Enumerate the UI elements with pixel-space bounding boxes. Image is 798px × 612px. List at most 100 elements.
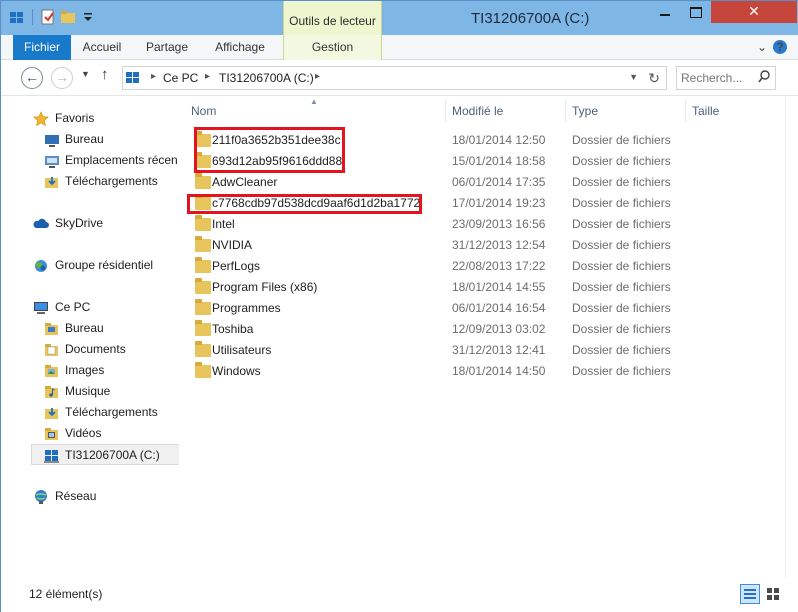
drive-icon bbox=[44, 448, 60, 464]
quick-access-toolbar bbox=[9, 9, 96, 25]
customize-qat-icon[interactable] bbox=[80, 9, 96, 25]
up-button[interactable]: ↑ bbox=[101, 66, 109, 83]
back-button[interactable]: ← bbox=[21, 67, 43, 89]
computer-icon bbox=[33, 300, 49, 316]
sidebar-item-bureau[interactable]: Bureau bbox=[16, 129, 179, 150]
navigation-pane: Favoris Bureau Emplacements récen Téléch… bbox=[16, 96, 179, 578]
downloads-icon bbox=[44, 174, 60, 190]
breadcrumb-drive[interactable]: TI31206700A (C:) bbox=[219, 71, 314, 85]
star-icon bbox=[33, 111, 49, 127]
network-icon bbox=[33, 489, 49, 505]
desktop-icon bbox=[44, 132, 60, 148]
navigation-bar: ← → ▼ ↑ ▸ Ce PC ▸ TI31206700A (C:) ▸ ▼ ↻ bbox=[1, 60, 798, 96]
folder-icon bbox=[195, 257, 211, 273]
details-view-button[interactable] bbox=[740, 584, 760, 604]
table-row[interactable]: Programmes 06/01/2014 16:54 Dossier de f… bbox=[187, 298, 787, 319]
downloads-icon bbox=[44, 405, 60, 421]
refresh-icon[interactable]: ↻ bbox=[648, 70, 660, 87]
maximize-button[interactable] bbox=[681, 1, 709, 23]
drive-tools-context-header: Outils de lecteur bbox=[283, 1, 382, 35]
context-group-label: Outils de lecteur bbox=[289, 14, 376, 28]
table-row[interactable]: Utilisateurs 31/12/2013 12:41 Dossier de… bbox=[187, 340, 787, 361]
pictures-icon bbox=[44, 363, 60, 379]
breadcrumb-separator-icon[interactable]: ▸ bbox=[205, 71, 210, 82]
folder-icon bbox=[195, 236, 211, 252]
ribbon-tabs: Fichier Accueil Partage Affichage Gestio… bbox=[1, 35, 798, 60]
search-input[interactable] bbox=[681, 70, 753, 86]
tab-gestion[interactable]: Gestion bbox=[283, 35, 382, 60]
column-header-modified[interactable]: Modifié le bbox=[452, 96, 562, 122]
large-icons-view-button[interactable] bbox=[763, 584, 783, 604]
folder-icon bbox=[195, 320, 211, 336]
vertical-scrollbar[interactable] bbox=[785, 96, 798, 578]
search-box[interactable] bbox=[676, 66, 776, 90]
videos-icon bbox=[44, 426, 60, 442]
column-divider[interactable] bbox=[685, 100, 686, 122]
music-icon bbox=[44, 384, 60, 400]
item-count: 12 élément(s) bbox=[29, 587, 103, 601]
close-icon: ✕ bbox=[748, 3, 760, 19]
tab-fichier[interactable]: Fichier bbox=[13, 35, 71, 60]
breadcrumb-separator-icon[interactable]: ▸ bbox=[315, 71, 320, 82]
column-divider[interactable] bbox=[445, 100, 446, 122]
sidebar-item-groupe-residentiel[interactable]: Groupe résidentiel bbox=[16, 255, 179, 276]
sidebar-item-favoris[interactable]: Favoris bbox=[16, 108, 179, 129]
column-header-size[interactable]: Taille bbox=[692, 96, 772, 122]
sidebar-item-pc-bureau[interactable]: Bureau bbox=[16, 318, 179, 339]
sidebar-item-images[interactable]: Images bbox=[16, 360, 179, 381]
sidebar-item-documents[interactable]: Documents bbox=[16, 339, 179, 360]
breadcrumb-ce-pc[interactable]: Ce PC bbox=[163, 71, 198, 85]
tab-accueil[interactable]: Accueil bbox=[73, 35, 131, 60]
documents-icon bbox=[44, 342, 60, 358]
sidebar-item-skydrive[interactable]: SkyDrive bbox=[16, 213, 179, 234]
properties-icon[interactable] bbox=[40, 9, 56, 25]
sidebar-item-telechargements[interactable]: Téléchargements bbox=[16, 171, 179, 192]
new-folder-icon[interactable] bbox=[60, 9, 76, 25]
table-row[interactable]: AdwCleaner 06/01/2014 17:35 Dossier de f… bbox=[187, 172, 787, 193]
search-icon[interactable] bbox=[758, 70, 770, 87]
help-icon[interactable]: ? bbox=[773, 40, 787, 54]
address-dropdown-icon[interactable]: ▼ bbox=[629, 72, 638, 82]
recent-locations-chevron-icon[interactable]: ▼ bbox=[81, 69, 90, 79]
highlight-box bbox=[187, 194, 422, 214]
recent-places-icon bbox=[44, 153, 60, 169]
folder-icon bbox=[195, 215, 211, 231]
folder-icon bbox=[195, 362, 211, 378]
homegroup-icon bbox=[33, 258, 49, 274]
folder-icon bbox=[195, 341, 211, 357]
column-divider[interactable] bbox=[565, 100, 566, 122]
expand-ribbon-icon[interactable]: ⌄ bbox=[757, 40, 767, 54]
column-header-type[interactable]: Type bbox=[572, 96, 682, 122]
forward-button[interactable]: → bbox=[51, 67, 73, 89]
tab-partage[interactable]: Partage bbox=[137, 35, 197, 60]
qat-separator bbox=[32, 9, 33, 25]
large-icons-view-icon bbox=[767, 588, 779, 600]
table-row[interactable]: Toshiba 12/09/2013 03:02 Dossier de fich… bbox=[187, 319, 787, 340]
sidebar-item-drive-c[interactable]: TI31206700A (C:) bbox=[31, 444, 179, 465]
column-header-name[interactable]: Nom bbox=[191, 96, 443, 122]
sidebar-item-reseau[interactable]: Réseau bbox=[16, 486, 179, 507]
table-row[interactable]: Program Files (x86) 18/01/2014 14:55 Dos… bbox=[187, 277, 787, 298]
details-view-icon bbox=[744, 589, 756, 599]
content-area: Favoris Bureau Emplacements récen Téléch… bbox=[1, 96, 798, 578]
explorer-window: Outils de lecteur TI31206700A (C:) ✕ Fic… bbox=[0, 0, 798, 612]
sidebar-item-emplacements-recents[interactable]: Emplacements récen bbox=[16, 150, 179, 171]
minimize-button[interactable] bbox=[651, 1, 679, 23]
sidebar-item-ce-pc[interactable]: Ce PC bbox=[16, 297, 179, 318]
close-button[interactable]: ✕ bbox=[711, 1, 797, 23]
sidebar-item-pc-telechargements[interactable]: Téléchargements bbox=[16, 402, 179, 423]
folder-icon bbox=[195, 299, 211, 315]
status-bar: 12 élément(s) bbox=[1, 578, 798, 612]
table-row[interactable]: Intel 23/09/2013 16:56 Dossier de fichie… bbox=[187, 214, 787, 235]
sidebar-item-musique[interactable]: Musique bbox=[16, 381, 179, 402]
address-bar[interactable]: ▸ Ce PC ▸ TI31206700A (C:) ▸ ▼ ↻ bbox=[122, 66, 667, 90]
table-row[interactable]: NVIDIA 31/12/2013 12:54 Dossier de fichi… bbox=[187, 235, 787, 256]
tab-affichage[interactable]: Affichage bbox=[203, 35, 277, 60]
table-row[interactable]: Windows 18/01/2014 14:50 Dossier de fich… bbox=[187, 361, 787, 382]
folder-icon bbox=[195, 278, 211, 294]
sidebar-item-videos[interactable]: Vidéos bbox=[16, 423, 179, 444]
ribbon-controls: ⌄ ? bbox=[757, 40, 787, 54]
table-row[interactable]: PerfLogs 22/08/2013 17:22 Dossier de fic… bbox=[187, 256, 787, 277]
drive-icon[interactable] bbox=[9, 9, 25, 25]
breadcrumb-separator-icon[interactable]: ▸ bbox=[151, 71, 156, 82]
